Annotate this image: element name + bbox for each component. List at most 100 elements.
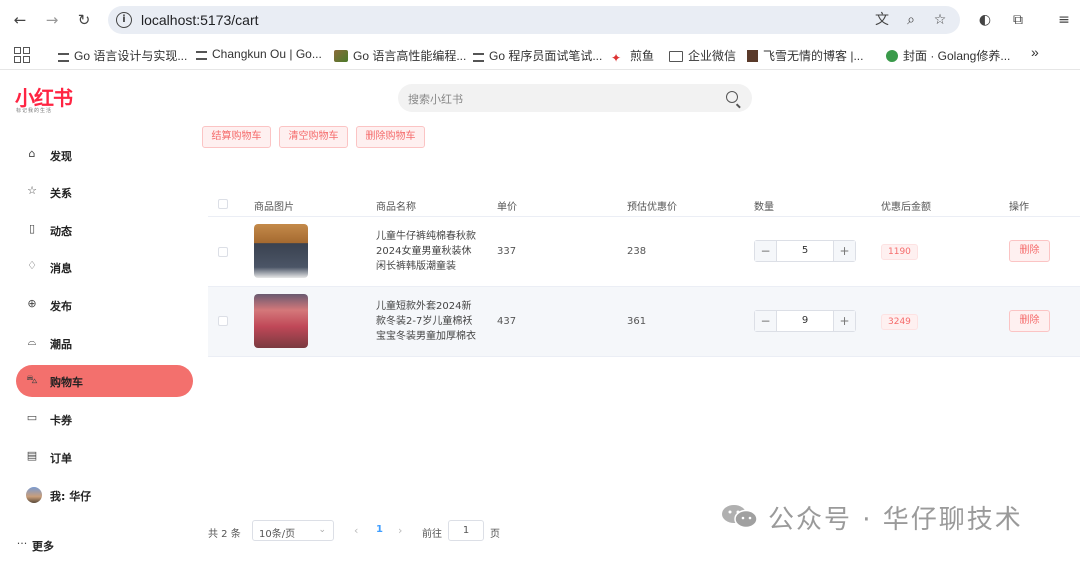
card-icon: ▭: [26, 411, 38, 424]
site-favicon-icon: [747, 50, 758, 62]
header-name: 商品名称: [376, 202, 416, 213]
page-icon: [196, 51, 207, 60]
browser-toolbar: ← → ↻ i localhost:5173/cart 文 ⌕ ☆ ◐ ⧉ ≡: [0, 0, 1080, 40]
product-name: 儿童牛仔裤纯棉春秋款2024女童男童秋装休闲长裤韩版潮童装: [376, 231, 476, 272]
decrement-button[interactable]: −: [755, 241, 777, 261]
home-icon: ⌂: [28, 147, 36, 160]
wechat-icon: [722, 505, 758, 529]
quantity-input[interactable]: 5: [777, 245, 833, 256]
sidebar-item-coupons[interactable]: ▭ 卡券: [16, 403, 193, 435]
quantity-stepper: − 5 +: [754, 240, 856, 262]
delete-item-button[interactable]: 删除: [1009, 240, 1050, 262]
page-unit-label: 页: [490, 529, 500, 540]
bookmarks-bar: Go 语言设计与实现... Changkun Ou | Go... Go 语言高…: [0, 40, 1080, 70]
header-price: 单价: [497, 202, 517, 213]
address-bar[interactable]: i localhost:5173/cart 文 ⌕ ☆: [108, 6, 960, 34]
sidebar-item-publish[interactable]: ⊕ 发布: [16, 289, 193, 321]
fish-icon: ✦: [611, 51, 622, 65]
goto-label: 前往: [422, 529, 442, 540]
increment-button[interactable]: +: [833, 241, 855, 261]
site-info-icon[interactable]: i: [116, 12, 132, 28]
goto-page-input[interactable]: 1: [448, 520, 484, 541]
bookmark-item[interactable]: 飞雪无情的博客 |...: [747, 47, 863, 64]
bookmark-item[interactable]: Go 语言高性能编程...: [334, 47, 466, 64]
product-name: 儿童短款外套2024新款冬装2-7岁儿童棉袄宝宝冬装男童加厚棉衣: [376, 301, 476, 342]
increment-button[interactable]: +: [833, 311, 855, 331]
header-total: 优惠后金额: [881, 202, 931, 213]
row-checkbox[interactable]: [218, 316, 228, 326]
back-arrow-icon[interactable]: ←: [10, 10, 30, 30]
apps-grid-icon[interactable]: [14, 47, 30, 63]
delete-cart-button[interactable]: 删除购物车: [356, 126, 425, 148]
bookmark-item[interactable]: Changkun Ou | Go...: [196, 47, 322, 61]
page-size-select[interactable]: 10条/页 ⌄: [252, 520, 334, 541]
reading-list-icon[interactable]: ≡: [1055, 11, 1073, 29]
total-amount-tag: 3249: [881, 314, 918, 330]
bookmark-item[interactable]: ✦ 煎鱼: [611, 47, 654, 65]
table-row: 儿童短款外套2024新款冬装2-7岁儿童棉袄宝宝冬装男童加厚棉衣 437 361…: [208, 287, 1080, 357]
search-input[interactable]: 搜索小红书: [398, 84, 752, 112]
bookmark-item[interactable]: Go 程序员面试笔试...: [473, 47, 602, 64]
site-favicon-icon: [334, 50, 348, 62]
quantity-stepper: − 9 +: [754, 310, 856, 332]
checkout-cart-button[interactable]: 结算购物车: [202, 126, 271, 148]
sidebar: 小红书 标记我的生活 ⌂ 发现 ☆ 关系 ▯ 动态 ♢ 消息 ⊕ 发布 ⌓ 潮品…: [0, 70, 200, 559]
clear-cart-button[interactable]: 清空购物车: [279, 126, 348, 148]
next-page-icon[interactable]: ›: [398, 524, 402, 537]
table-header: 商品图片 商品名称 单价 预估优惠价 数量 优惠后金额 操作: [208, 190, 1080, 217]
bookmark-folder[interactable]: 企业微信: [669, 47, 736, 64]
discount-price: 238: [627, 246, 647, 257]
sidebar-more[interactable]: ··· 更多: [8, 530, 185, 562]
search-icon[interactable]: [726, 91, 738, 103]
header-image: 商品图片: [254, 202, 294, 213]
total-count: 共 2 条: [208, 529, 241, 540]
bookmark-item[interactable]: Go 语言设计与实现...: [58, 47, 187, 64]
bookmark-star-icon[interactable]: ☆: [931, 11, 949, 29]
page-icon: [58, 53, 69, 62]
search-placeholder: 搜索小红书: [408, 93, 463, 106]
page-number-current[interactable]: 1: [376, 524, 383, 535]
sidebar-item-relations[interactable]: ☆ 关系: [16, 176, 193, 208]
more-dots-icon: ···: [16, 537, 28, 550]
quantity-input[interactable]: 9: [777, 315, 833, 326]
translate-icon[interactable]: 文: [873, 11, 891, 29]
zoom-icon[interactable]: ⌕: [902, 11, 920, 29]
chevron-down-icon: ⌄: [318, 525, 326, 535]
select-all-checkbox[interactable]: [218, 199, 228, 209]
product-image: [254, 294, 308, 348]
book-icon: ▯: [28, 222, 36, 235]
discount-price: 361: [627, 316, 647, 327]
url-text: localhost:5173/cart: [141, 12, 259, 28]
delete-item-button[interactable]: 删除: [1009, 310, 1050, 332]
folder-icon: [669, 51, 683, 62]
star-icon: ☆: [27, 184, 37, 197]
header-discount-price: 预估优惠价: [627, 202, 677, 213]
sidebar-item-messages[interactable]: ♢ 消息: [16, 251, 193, 283]
row-checkbox[interactable]: [218, 247, 228, 257]
sidebar-item-orders[interactable]: ▤ 订单: [16, 441, 193, 473]
logo-tagline: 标记我的生活: [16, 108, 53, 114]
sidebar-item-discover[interactable]: ⌂ 发现: [16, 139, 193, 171]
decrement-button[interactable]: −: [755, 311, 777, 331]
bag-icon: ⌓: [27, 335, 37, 348]
unit-price: 337: [497, 246, 517, 257]
forward-arrow-icon[interactable]: →: [42, 10, 62, 30]
bookmark-item[interactable]: 封面 · Golang修养...: [886, 47, 1010, 64]
sidebar-item-profile[interactable]: 我: 华仔: [16, 479, 193, 511]
header-actions: 操作: [1009, 202, 1029, 213]
sidebar-item-activity[interactable]: ▯ 动态: [16, 214, 193, 246]
cart-icon: ⛍: [26, 373, 38, 386]
page-icon: [473, 53, 484, 62]
sidebar-item-cart[interactable]: ⛍ 购物车: [16, 365, 193, 397]
sidebar-item-trends[interactable]: ⌓ 潮品: [16, 327, 193, 359]
extension-circle-icon[interactable]: ◐: [976, 11, 994, 29]
unit-price: 437: [497, 316, 517, 327]
plus-circle-icon: ⊕: [27, 297, 37, 310]
site-favicon-icon: [886, 50, 898, 62]
more-bookmarks-chevron-icon[interactable]: »: [1031, 44, 1039, 60]
watermark-text: 公众号 · 华仔聊技术: [768, 505, 1023, 535]
prev-page-icon[interactable]: ‹: [354, 524, 358, 537]
reload-icon[interactable]: ↻: [74, 10, 94, 30]
extensions-puzzle-icon[interactable]: ⧉: [1009, 11, 1027, 29]
header-quantity: 数量: [754, 202, 774, 213]
